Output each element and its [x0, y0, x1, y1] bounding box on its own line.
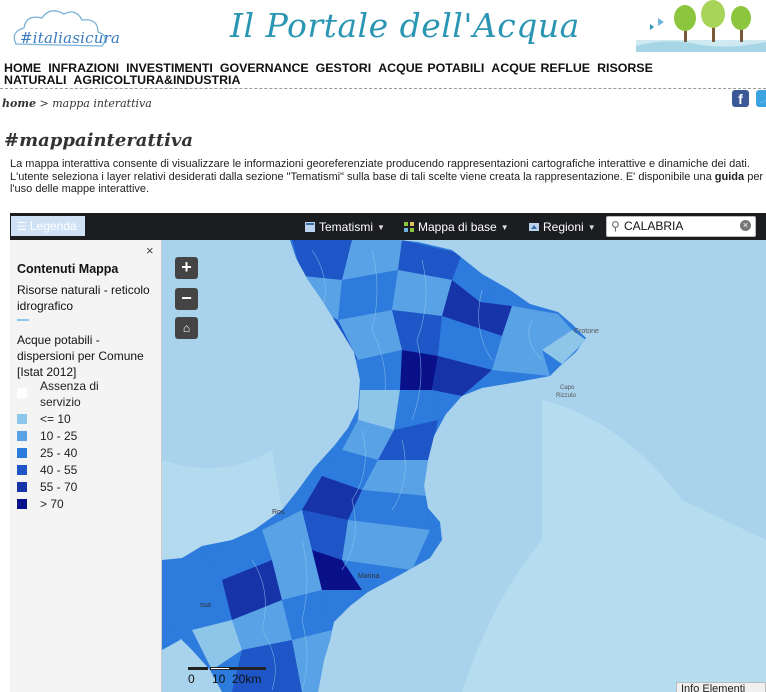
info-elementi-tab[interactable]: Info Elementi: [676, 682, 766, 692]
logo-text: #italiasicura: [20, 29, 121, 47]
zoom-in-button[interactable]: +: [175, 257, 198, 279]
calabria-map: Crotone Capo Rizzuto Ros Marina ssa: [162, 240, 766, 692]
breadcrumb-separator: >: [39, 97, 49, 110]
legend-swatch: [17, 499, 27, 509]
legend-class-3: 25 - 40: [17, 445, 157, 461]
legend-layer-reticolo: Risorse naturali - reticolo idrografico: [17, 283, 150, 313]
scale-label-20: 20km: [232, 672, 262, 686]
tematismi-label: Tematismi: [319, 220, 374, 234]
legend-swatch: [17, 448, 27, 458]
legend-swatch: [17, 465, 27, 475]
legend-swatch: [17, 414, 27, 424]
legend-class-1: <= 10: [17, 411, 157, 427]
intro-text-1: La mappa interattiva consente di visuali…: [10, 158, 750, 183]
scale-segment: [188, 667, 208, 670]
map-toolbar: ☰ Legenda Tematismi ▼ Mappa di base ▼ Regio…: [10, 213, 766, 240]
legend-layer-dispersioni: Acque potabili - dispersioni per Comune …: [17, 333, 144, 379]
intro-paragraph: La mappa interattiva consente di visuali…: [10, 158, 766, 196]
page-title: #mappainterattiva: [4, 130, 194, 151]
legend-class-4: 40 - 55: [17, 462, 157, 478]
chevron-down-icon: ▼: [377, 223, 385, 232]
legend-class-5: 55 - 70: [17, 479, 157, 495]
scale-label-10: 10: [212, 672, 226, 686]
breadcrumb: home > mappa interattiva: [2, 97, 152, 110]
legend-swatch: [17, 482, 27, 492]
twitter-bird-icon: [759, 100, 766, 103]
label-rosarno: Ros: [272, 509, 285, 516]
region-search: ⚲ ×: [606, 216, 756, 237]
label-messina: ssa: [200, 602, 211, 609]
scale-label-0: 0: [188, 672, 195, 686]
nav-agricoltura-industria[interactable]: AGRICOLTURA&INDUSTRIA: [73, 73, 240, 87]
zoom-out-button[interactable]: −: [175, 288, 198, 310]
close-legend-icon[interactable]: ×: [146, 243, 154, 258]
label-marina: Marina: [358, 573, 380, 580]
mappa-di-base-label: Mappa di base: [418, 220, 497, 234]
facebook-share-icon[interactable]: f: [732, 90, 749, 107]
site-title: Il Portale dell'Acqua: [230, 6, 580, 45]
home-icon: ⌂: [182, 321, 191, 335]
legend-swatch: [17, 388, 27, 398]
regioni-label: Regioni: [543, 220, 584, 234]
regioni-menu[interactable]: Regioni ▼: [529, 217, 596, 238]
legend-swatch: [17, 431, 27, 441]
legend-class-label: 55 - 70: [40, 480, 78, 494]
legend-class-0: Assenza di servizio: [17, 378, 157, 410]
chevron-down-icon: ▼: [500, 223, 509, 232]
breadcrumb-home[interactable]: home: [2, 97, 36, 110]
label-crotone: Crotone: [574, 328, 599, 335]
search-input[interactable]: [623, 218, 734, 234]
legend-title: Contenuti Mappa: [17, 262, 119, 276]
legend-class-2: 10 - 25: [17, 428, 157, 444]
legend-class-label: 40 - 55: [40, 463, 78, 477]
label-rizzuto: Rizzuto: [556, 393, 577, 399]
legend-class-label: 25 - 40: [40, 446, 78, 460]
river-line-swatch: [17, 319, 29, 321]
label-capo: Capo: [560, 385, 575, 391]
interactive-map: ☰ Legenda Tematismi ▼ Mappa di base ▼ Regio…: [10, 213, 766, 692]
nav-acque-potabili[interactable]: ACQUE POTABILI: [378, 61, 484, 75]
mappa-di-base-menu[interactable]: Mappa di base ▼: [404, 217, 509, 238]
italiasicura-logo[interactable]: #italiasicura: [6, 4, 124, 52]
trees-decoration-icon: [636, 0, 766, 52]
nav-divider: [0, 88, 766, 89]
basemap-grid-icon: [404, 222, 414, 232]
clear-search-icon[interactable]: ×: [740, 220, 751, 231]
scale-segment: [210, 667, 230, 670]
tematismi-menu[interactable]: Tematismi ▼: [305, 217, 385, 238]
legend-class-label: > 70: [40, 497, 64, 511]
search-icon: ⚲: [611, 219, 620, 233]
layers-icon: [305, 222, 315, 232]
region-map-icon: [529, 223, 539, 231]
scale-bar: 0 10 20km: [188, 664, 268, 690]
legend-class-6: > 70: [17, 496, 157, 512]
nav-gestori[interactable]: GESTORI: [316, 61, 372, 75]
legend-button-label: Legenda: [29, 219, 77, 233]
breadcrumb-current: mappa interattiva: [52, 97, 152, 110]
legend-class-label: Assenza di servizio: [40, 379, 99, 409]
list-icon: ☰: [17, 221, 27, 233]
legend-panel: × Contenuti Mappa Risorse naturali - ret…: [10, 240, 162, 692]
map-canvas[interactable]: Crotone Capo Rizzuto Ros Marina ssa + − …: [162, 240, 766, 692]
scale-segment: [230, 667, 266, 670]
legend-toggle-button[interactable]: ☰ Legenda: [11, 216, 85, 236]
guida-link[interactable]: guida: [715, 171, 744, 183]
chevron-down-icon: ▼: [587, 223, 596, 232]
home-extent-button[interactable]: ⌂: [175, 317, 198, 339]
main-nav: HOME INFRAZIONI INVESTIMENTI GOVERNANCE GEST…: [4, 62, 664, 86]
legend-class-label: <= 10: [40, 412, 71, 426]
legend-class-label: 10 - 25: [40, 429, 78, 443]
nav-acque-reflue[interactable]: ACQUE REFLUE: [491, 61, 590, 75]
site-header: #italiasicura Il Portale dell'Acqua: [0, 0, 766, 58]
twitter-share-icon[interactable]: [756, 90, 766, 107]
